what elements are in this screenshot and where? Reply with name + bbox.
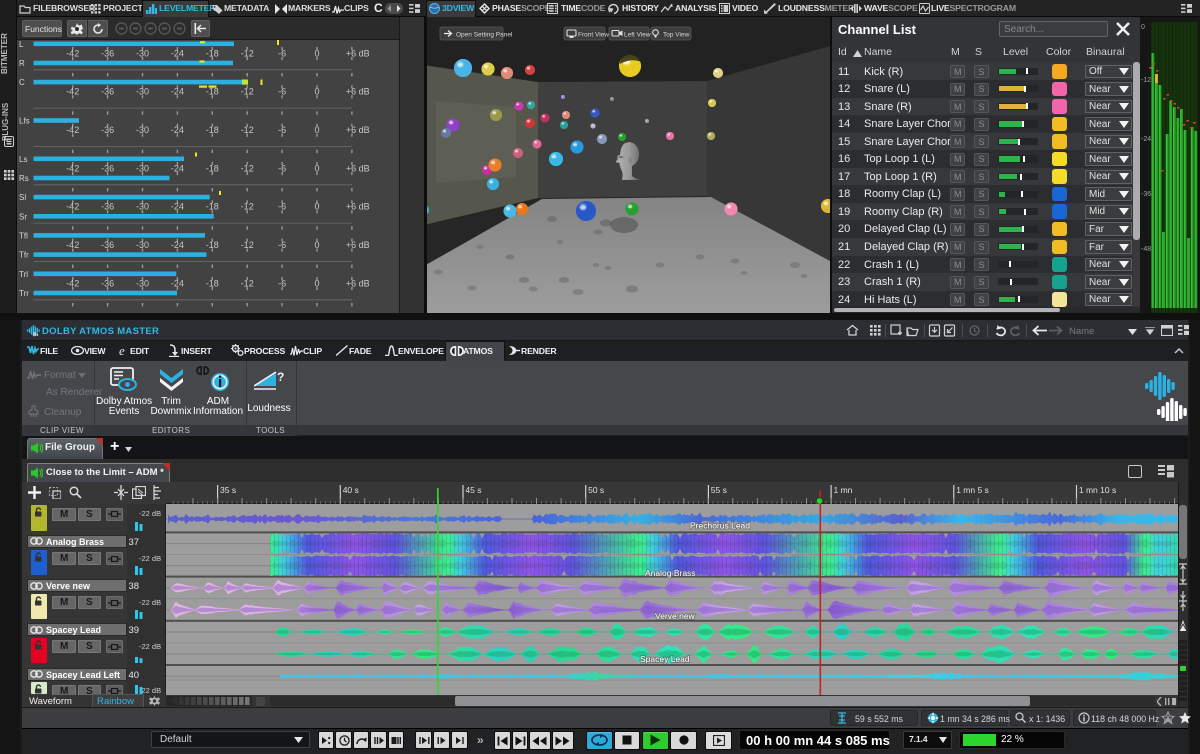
svg-text:Tfr: Tfr [19,251,29,260]
svg-text:-12: -12 [241,202,254,212]
svg-text:-36: -36 [101,125,114,135]
svg-text:-6: -6 [278,163,286,173]
svg-text:+6 dB: +6 dB [346,125,370,135]
svg-text:+6 dB: +6 dB [346,278,370,288]
svg-text:-18: -18 [206,87,219,97]
svg-text:1 mn 10 s: 1 mn 10 s [1079,485,1116,495]
svg-text:-42: -42 [66,163,79,173]
svg-text:-24: -24 [171,202,184,212]
svg-text:0: 0 [314,87,319,97]
svg-text:Open Setting Panel: Open Setting Panel [456,32,513,39]
svg-text:-42: -42 [66,240,79,250]
svg-text:35 s: 35 s [220,485,236,495]
svg-text:+6 dB: +6 dB [346,48,370,58]
svg-text:-36: -36 [101,240,114,250]
svg-text:Ls: Ls [19,155,27,164]
svg-text:+6 dB: +6 dB [346,163,370,173]
svg-text:0: 0 [314,278,319,288]
svg-text:-30: -30 [136,87,149,97]
svg-text:-12: -12 [241,278,254,288]
svg-text:-12: -12 [241,163,254,173]
svg-text:-18: -18 [206,125,219,135]
svg-text:R: R [19,59,25,68]
svg-text:-30: -30 [136,202,149,212]
svg-text:Trr: Trr [19,289,29,298]
svg-text:Sr: Sr [19,212,27,221]
svg-text:45 s: 45 s [465,485,481,495]
svg-text:-36: -36 [101,87,114,97]
svg-text:+6 dB: +6 dB [346,202,370,212]
svg-text:e: e [119,344,125,357]
svg-text:-30: -30 [136,163,149,173]
svg-text:-36: -36 [101,202,114,212]
svg-text:-36: -36 [101,278,114,288]
svg-text:-18: -18 [206,240,219,250]
svg-text:Spacey Lead: Spacey Lead [640,654,690,664]
svg-text:-24: -24 [171,163,184,173]
svg-text:Rs: Rs [19,174,29,183]
svg-text:C: C [19,78,25,87]
svg-text:-6: -6 [278,278,286,288]
svg-text:-36: -36 [101,163,114,173]
svg-text:Prechorus Lead: Prechorus Lead [690,521,750,531]
svg-text:0: 0 [314,125,319,135]
svg-text:-30: -30 [136,278,149,288]
svg-text:-42: -42 [66,48,79,58]
svg-text:-12: -12 [241,240,254,250]
svg-text:-30: -30 [136,125,149,135]
svg-text:-6: -6 [278,125,286,135]
svg-text:Verve new: Verve new [655,611,696,621]
svg-text:Tfl: Tfl [19,231,28,240]
svg-text:-12: -12 [241,48,254,58]
svg-text:-24: -24 [171,87,184,97]
svg-text:-12: -12 [241,125,254,135]
svg-text:-18: -18 [206,278,219,288]
svg-text:-24: -24 [171,48,184,58]
svg-text:-18: -18 [206,48,219,58]
svg-text:-18: -18 [206,163,219,173]
svg-text:0: 0 [314,202,319,212]
svg-text:-6: -6 [278,87,286,97]
svg-text:-36: -36 [101,48,114,58]
svg-text:Left View: Left View [624,32,651,39]
svg-text:-6: -6 [278,240,286,250]
svg-text:Lfs: Lfs [19,117,30,126]
svg-text:-6: -6 [278,48,286,58]
svg-text:-24: -24 [171,278,184,288]
svg-text:-42: -42 [66,278,79,288]
svg-text:Trl: Trl [19,270,28,279]
svg-text:1 mn 5 s: 1 mn 5 s [956,485,989,495]
svg-text:-30: -30 [136,48,149,58]
svg-text:?: ? [277,370,284,384]
svg-text:+6 dB: +6 dB [346,87,370,97]
svg-text:55 s: 55 s [711,485,727,495]
svg-text:+6 dB: +6 dB [346,240,370,250]
svg-text:-12: -12 [241,87,254,97]
svg-text:-24: -24 [171,240,184,250]
svg-text:L: L [19,40,24,49]
svg-text:-6: -6 [278,202,286,212]
svg-text:50 s: 50 s [588,485,604,495]
svg-text:Sl: Sl [19,193,26,202]
svg-text:-42: -42 [66,125,79,135]
svg-text:0: 0 [314,240,319,250]
svg-text:40 s: 40 s [343,485,359,495]
svg-text:0: 0 [314,163,319,173]
svg-text:Top View: Top View [663,32,690,39]
svg-text:-42: -42 [66,202,79,212]
svg-text:-24: -24 [171,125,184,135]
svg-text:-30: -30 [136,240,149,250]
svg-text:-42: -42 [66,87,79,97]
svg-text:-18: -18 [206,202,219,212]
svg-text:0: 0 [314,48,319,58]
svg-text:Front View: Front View [578,32,609,39]
svg-text:Analog Brass: Analog Brass [645,568,696,578]
svg-text:1 mn: 1 mn [834,485,853,495]
